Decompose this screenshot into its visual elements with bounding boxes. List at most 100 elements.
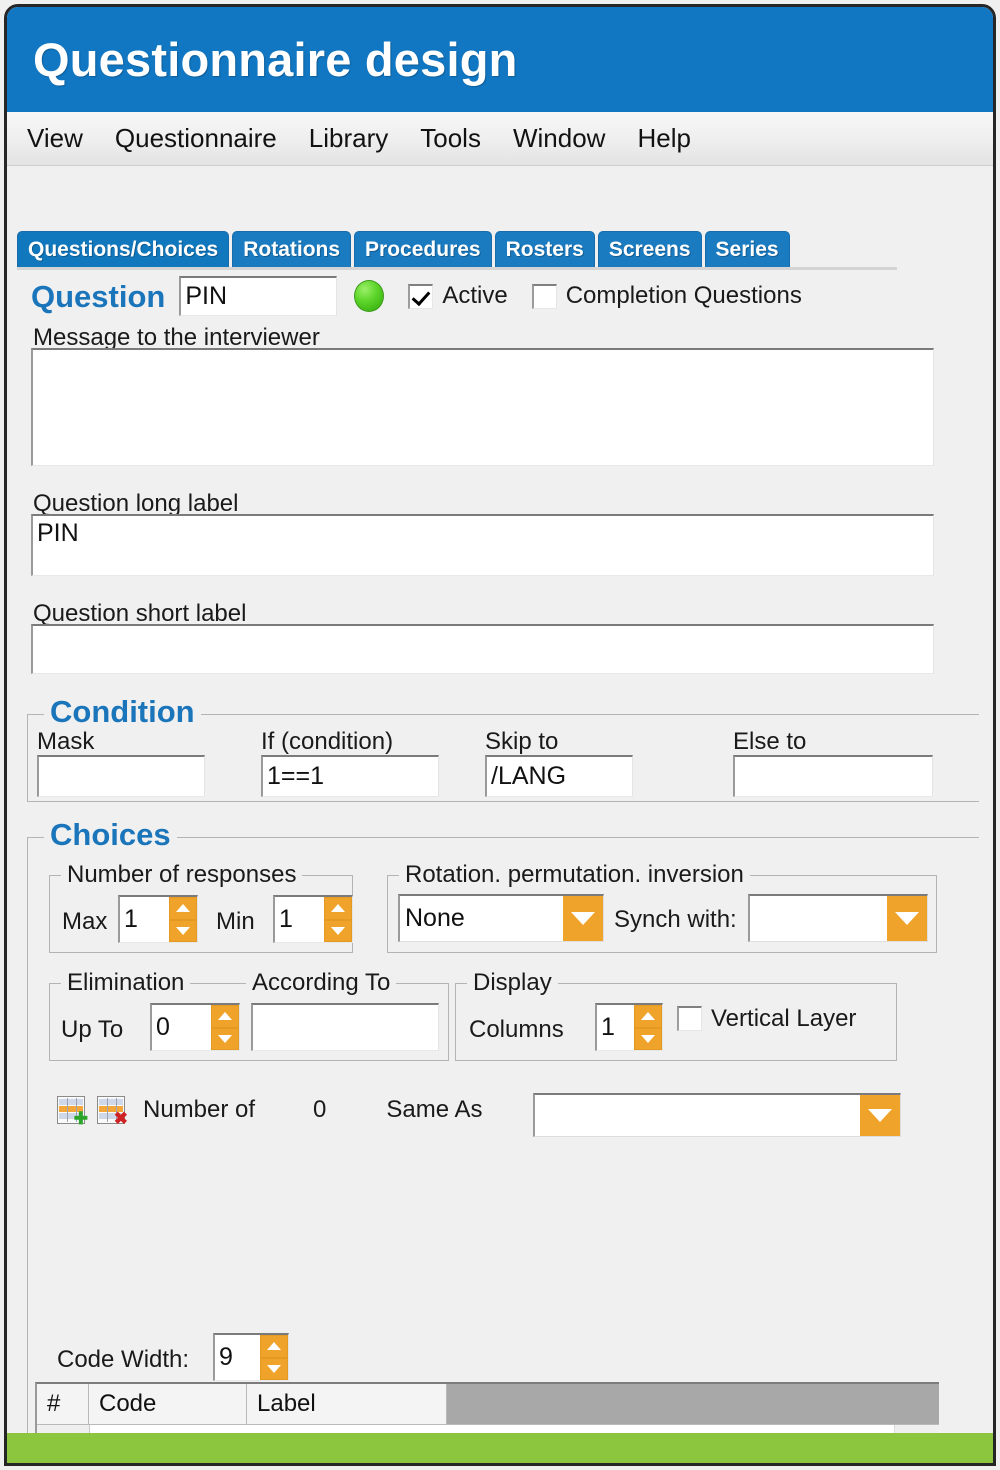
add-row-icon[interactable]: ✚ — [57, 1096, 88, 1127]
question-header-row: Question PIN Active Completion Questions — [31, 276, 802, 316]
min-responses-decrement-button[interactable] — [324, 919, 352, 942]
delete-row-icon[interactable]: ✖ — [97, 1096, 128, 1127]
menu-item-tools[interactable]: Tools — [420, 123, 481, 154]
tab-rotations[interactable]: Rotations — [232, 231, 352, 268]
question-section-title: Question — [31, 278, 166, 314]
condition-legend: Condition — [44, 696, 201, 727]
question-long-label-input[interactable]: PIN — [31, 514, 934, 576]
menu-item-questionnaire[interactable]: Questionnaire — [115, 123, 277, 154]
min-responses-spinner-buttons[interactable] — [324, 897, 352, 942]
min-responses-increment-button[interactable] — [324, 897, 352, 920]
min-responses-value[interactable]: 1 — [275, 897, 324, 942]
content-area: Questions/Choices Rotations Procedures R… — [7, 166, 993, 1463]
active-label: Active — [442, 282, 508, 309]
if-condition-label: If (condition) — [261, 728, 394, 755]
tab-questions-choices[interactable]: Questions/Choices — [17, 231, 230, 268]
number-of-responses-legend: Number of responses — [61, 863, 303, 887]
menu-item-help[interactable]: Help — [637, 123, 690, 154]
columns-spinner[interactable]: 1 — [595, 1003, 663, 1051]
elimination-up-to-spinner[interactable]: 0 — [150, 1003, 240, 1051]
code-width-spinner[interactable]: 9 — [213, 1333, 289, 1381]
mask-input[interactable] — [37, 755, 205, 797]
rotation-mode-dropdown[interactable]: None — [398, 894, 604, 942]
elimination-spinner-buttons[interactable] — [211, 1005, 239, 1050]
number-of-label: Number of — [143, 1096, 256, 1123]
same-as-value — [535, 1095, 860, 1136]
triangle-up-icon — [176, 904, 190, 913]
max-responses-value[interactable]: 1 — [120, 897, 169, 942]
columns-value[interactable]: 1 — [597, 1005, 634, 1050]
application-window: Questionnaire design View Questionnaire … — [0, 0, 1000, 1470]
synch-with-label: Synch with: — [614, 906, 737, 933]
triangle-down-icon — [176, 926, 190, 935]
tab-procedures[interactable]: Procedures — [354, 231, 492, 268]
min-responses-spinner[interactable]: 1 — [273, 895, 353, 943]
message-to-interviewer-textarea[interactable] — [31, 348, 934, 466]
message-to-interviewer-label: Message to the interviewer — [33, 324, 320, 351]
elimination-decrement-button[interactable] — [211, 1027, 239, 1050]
up-to-label: Up To — [61, 1016, 124, 1043]
display-legend: Display — [467, 971, 558, 995]
choices-table-header: # Code Label — [37, 1384, 939, 1425]
completion-questions-checkbox-group[interactable]: Completion Questions — [531, 283, 802, 309]
same-as-dropdown[interactable] — [533, 1093, 901, 1137]
triangle-up-icon — [641, 1012, 655, 1021]
menu-item-view[interactable]: View — [27, 123, 83, 154]
code-width-label: Code Width: — [57, 1346, 190, 1373]
synch-with-dropdown[interactable] — [748, 894, 928, 942]
chevron-down-icon[interactable] — [887, 896, 927, 941]
tab-series[interactable]: Series — [704, 231, 790, 268]
menu-item-window[interactable]: Window — [513, 123, 605, 154]
chevron-down-icon[interactable] — [860, 1095, 900, 1136]
elimination-up-to-value[interactable]: 0 — [152, 1005, 211, 1050]
triangle-down-icon — [641, 1034, 655, 1043]
columns-spinner-buttons[interactable] — [634, 1005, 662, 1050]
vertical-layer-checkbox[interactable] — [677, 1006, 702, 1031]
if-condition-input[interactable]: 1==1 — [261, 755, 439, 797]
question-name-input[interactable]: PIN — [179, 276, 338, 316]
triangle-up-icon — [218, 1012, 232, 1021]
question-long-label-label: Question long label — [33, 490, 239, 517]
according-to-legend: According To — [246, 971, 397, 995]
tab-rosters[interactable]: Rosters — [494, 231, 595, 268]
skip-to-input[interactable]: /LANG — [485, 755, 633, 797]
columns-decrement-button[interactable] — [634, 1027, 662, 1050]
column-header-code[interactable]: Code — [89, 1384, 247, 1424]
active-checkbox-group[interactable]: Active — [408, 282, 508, 309]
menu-bar: View Questionnaire Library Tools Window … — [7, 112, 993, 166]
elimination-increment-button[interactable] — [211, 1005, 239, 1028]
code-width-decrement-button[interactable] — [260, 1357, 288, 1380]
max-responses-increment-button[interactable] — [169, 897, 197, 920]
choices-toolbar-row: ✚ ✖ Number of 0 Same As — [57, 1096, 483, 1127]
else-to-input[interactable] — [733, 755, 933, 797]
code-width-value[interactable]: 9 — [215, 1335, 260, 1380]
window-frame: Questionnaire design View Questionnaire … — [4, 4, 996, 1466]
triangle-up-icon — [267, 1342, 281, 1351]
green-status-led — [354, 280, 385, 312]
menu-item-library[interactable]: Library — [309, 123, 388, 154]
max-responses-label: Max — [62, 908, 108, 935]
rotation-legend: Rotation. permutation. inversion — [399, 863, 750, 887]
question-short-label-input[interactable] — [31, 624, 934, 674]
status-bar — [7, 1433, 993, 1463]
column-header-index[interactable]: # — [37, 1384, 89, 1424]
according-to-input[interactable] — [251, 1003, 439, 1051]
skip-to-label: Skip to — [485, 728, 559, 755]
else-to-label: Else to — [733, 728, 807, 755]
chevron-down-icon[interactable] — [563, 896, 603, 941]
columns-increment-button[interactable] — [634, 1005, 662, 1028]
same-as-label: Same As — [386, 1096, 483, 1123]
triangle-down-icon — [218, 1034, 232, 1043]
max-responses-decrement-button[interactable] — [169, 919, 197, 942]
completion-questions-checkbox[interactable] — [531, 283, 557, 309]
window-title: Questionnaire design — [33, 33, 518, 86]
tab-screens[interactable]: Screens — [597, 231, 702, 268]
choices-legend: Choices — [44, 819, 177, 850]
max-responses-spinner-buttons[interactable] — [169, 897, 197, 942]
code-width-spinner-buttons[interactable] — [260, 1335, 288, 1380]
vertical-layer-checkbox-group[interactable]: Vertical Layer — [677, 1006, 856, 1031]
max-responses-spinner[interactable]: 1 — [118, 895, 198, 943]
code-width-increment-button[interactable] — [260, 1335, 288, 1358]
column-header-label[interactable]: Label — [247, 1384, 447, 1424]
active-checkbox[interactable] — [408, 283, 434, 309]
